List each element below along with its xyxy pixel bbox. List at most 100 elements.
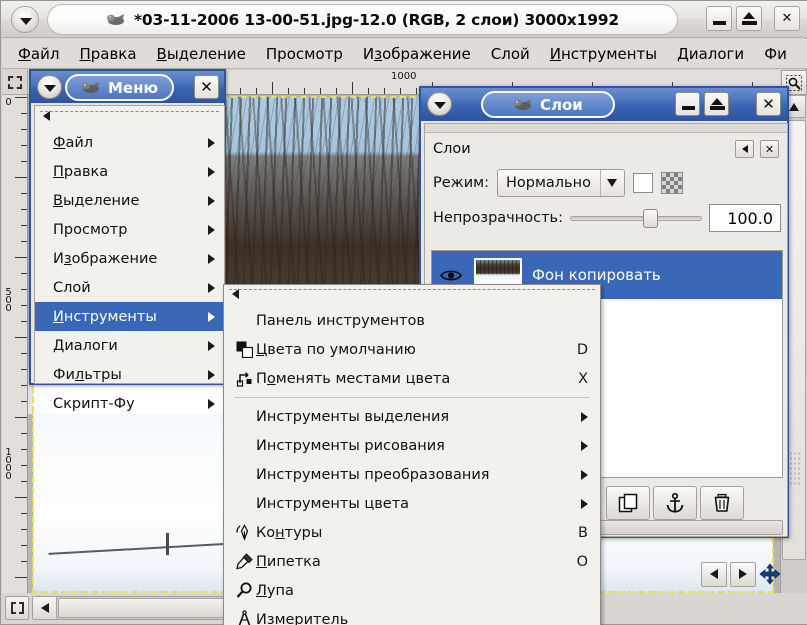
ruler-tick [21,321,27,322]
duplicate-layer-button[interactable] [606,486,650,520]
menubar-item-view[interactable]: Просмотр [266,45,343,63]
menu-item-image[interactable]: Изображение [35,244,224,273]
menu-item-select[interactable]: Выделение [35,186,224,215]
menubar-item-select[interactable]: Выделение [157,45,246,63]
slider-thumb[interactable] [642,209,658,228]
menu-window-titlebar: Меню ✕ [31,71,224,103]
chevron-down-icon[interactable] [599,170,624,196]
tools-item-measure[interactable]: Измеритель [224,605,600,625]
navigation-move-icon[interactable] [759,563,781,585]
ruler-tick [21,561,27,562]
menubar-item-tools[interactable]: Инструменты [550,45,657,63]
chevron-right-icon [208,224,215,235]
ruler-tick [400,88,401,94]
wilber-icon [82,82,99,93]
menu-item-filters[interactable]: Фильтры [35,360,224,389]
ruler-tick [304,88,305,94]
tools-item-accel: B [578,524,588,541]
layer-opacity-input[interactable]: 100.0 [709,204,781,232]
ruler-origin-button[interactable] [2,70,28,95]
tools-item-zoom[interactable]: Лупа [224,576,600,605]
ruler-tick [21,193,27,194]
ruler-tick [21,545,27,546]
maximize-button[interactable] [736,6,762,31]
menubar-item-image[interactable]: Изображение [363,45,471,63]
menubar-item-file[interactable]: Файл [18,45,59,63]
tools-item-color-picker[interactable]: Пипетка O [224,547,600,576]
layers-window-menu-button[interactable] [427,92,452,116]
menu-window-body: Файл Правка Выделение Просмотр Изображен… [34,105,225,412]
tools-item-default-colors[interactable]: Цвета по умолчанию D [224,335,600,364]
tools-item-label: Контуры [256,524,323,541]
layers-tab-strip[interactable] [425,124,787,133]
layer-opacity-slider[interactable] [569,207,702,229]
anchor-layer-button[interactable] [653,486,697,520]
menubar-item-filters[interactable]: Фи [764,45,787,63]
menu-window-menu-button[interactable] [37,75,62,99]
layers-maximize-button[interactable] [704,92,729,116]
menu-item-tools[interactable]: Инструменты [35,302,224,331]
ruler-tick [21,513,27,514]
tools-item-toolbox[interactable]: Панель инструментов [224,306,600,335]
tools-item-label: Инструменты преобразования [256,466,490,483]
quickmask-toggle-button[interactable] [5,596,29,620]
tools-item-paths[interactable]: Контуры B [224,518,600,547]
vertical-ruler[interactable]: 0 500 1000 [2,95,28,593]
tools-item-swap-colors[interactable]: Поменять местами цвета X [224,364,600,393]
tools-submenu-tear-off[interactable] [229,289,595,303]
minimize-button[interactable] [706,6,732,31]
menu-item-layer[interactable]: Слой [35,273,224,302]
chevron-right-icon [208,253,215,264]
ruler-tick [21,369,27,370]
tools-submenu: Панель инструментов Цвета по умолчанию D [223,284,601,625]
lock-alpha-checkbox[interactable] [632,173,653,193]
ruler-tick [21,161,27,162]
scroll-right-button[interactable] [730,561,756,587]
tools-item-accel: D [576,341,588,358]
ruler-tick [15,577,27,578]
tools-item-paint-tools[interactable]: Инструменты рисования [224,431,600,460]
tools-item-transform-tools[interactable]: Инструменты преобразования [224,460,600,489]
tools-item-label: Инструменты выделения [256,408,450,425]
ruler-tick [21,305,27,306]
swap-colors-icon [232,370,256,387]
menu-window-title-text: Меню [108,78,159,97]
ruler-tick [21,433,27,434]
tools-item-label: Цвета по умолчанию [256,341,416,358]
ruler-tick [21,145,27,146]
transparency-checker-icon [660,172,683,194]
delete-layer-button[interactable] [700,486,744,520]
menu-tear-off[interactable] [40,111,219,125]
ruler-tick [320,88,321,94]
chevron-right-icon [208,195,215,206]
layers-close-button[interactable]: ✕ [756,92,781,116]
layers-menu-button[interactable] [735,140,754,158]
tools-item-selection-tools[interactable]: Инструменты выделения [224,402,600,431]
scroll-left-arrow[interactable] [33,597,57,619]
ruler-tick [15,337,27,338]
ruler-tick [352,82,353,94]
ruler-tick [21,225,27,226]
menubar-item-edit[interactable]: Правка [79,45,136,63]
layer-mode-select[interactable]: Нормально [496,169,625,197]
tools-item-label: Панель инструментов [256,312,425,329]
menubar-item-dialogs[interactable]: Диалоги [677,45,744,63]
menubar-item-layer[interactable]: Слой [491,45,530,63]
tools-item-color-tools[interactable]: Инструменты цвета [224,489,600,518]
menu-item-edit[interactable]: Правка [35,157,224,186]
layers-close-tab-button[interactable]: ✕ [760,140,779,158]
layer-visibility-toggle[interactable] [438,269,464,282]
menu-item-dialogs[interactable]: Диалоги [35,331,224,360]
window-titlebar: *03-11-2006 13-00-51.jpg-12.0 (RGB, 2 сл… [1,1,807,38]
default-colors-icon [232,341,256,358]
close-button[interactable]: ✕ [774,6,800,31]
layers-minimize-button[interactable] [675,92,700,116]
layer-mode-label: Режим: [433,175,489,191]
menu-window-close-button[interactable]: ✕ [194,75,219,99]
menu-item-script-fu[interactable]: Скрипт-Фу [35,389,224,418]
window-menu-button[interactable] [11,6,39,33]
menu-item-file[interactable]: Файл [35,128,224,157]
scroll-left-button[interactable] [701,561,727,587]
layers-panel-title: Слои [433,141,471,157]
menu-item-view[interactable]: Просмотр [35,215,224,244]
